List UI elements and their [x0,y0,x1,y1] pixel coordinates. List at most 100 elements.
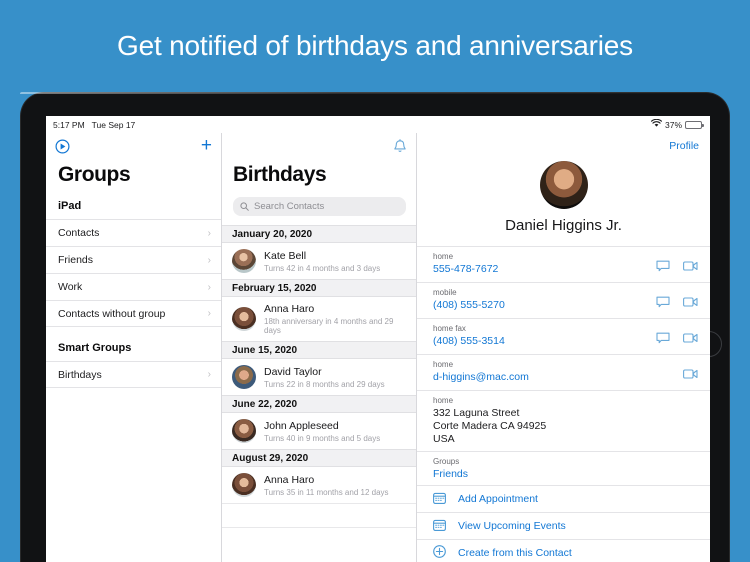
status-time: 5:17 PM [53,119,85,130]
field-label: home [433,396,454,405]
groups-section-ipad: iPad Contacts › Friends › Work › Contact… [46,197,221,327]
groups-panel: + Groups iPad Contacts › Friends › Work [46,133,222,562]
contact-avatar [539,161,588,209]
message-icon[interactable] [656,295,670,313]
calendar-icon [433,492,446,507]
field-label: home [433,252,454,261]
list-divider [222,527,416,551]
group-label: Friends [58,254,94,266]
bell-icon[interactable] [393,138,407,154]
field-label: home [433,360,454,369]
contact-detail-panel: Profile Daniel Higgins Jr. home 555-478-… [417,133,710,562]
birthday-date-header: August 29, 2020 [222,449,416,467]
field-label: mobile [433,288,457,297]
contact-detail: Turns 22 in 8 months and 29 days [264,379,385,389]
birthdays-toolbar [222,133,416,159]
video-icon[interactable] [683,259,698,277]
contact-detail: Turns 40 in 9 months and 5 days [264,433,381,443]
avatar [232,419,256,443]
contact-name: Anna Haro [264,473,315,486]
list-item[interactable]: Kate Bell Turns 42 in 4 months and 3 day… [222,243,416,279]
search-container [222,197,416,225]
video-icon[interactable] [683,295,698,313]
list-item[interactable]: Anna Haro 18th anniversary in 4 months a… [222,297,416,341]
wifi-icon [650,118,663,130]
ipad-screen: 5:17 PM Tue Sep 17 37% + Groups iPad Con… [46,116,710,562]
sidebar-item-work[interactable]: Work › [46,273,221,300]
contact-name: Anna Haro [264,303,315,315]
status-bar: 5:17 PM Tue Sep 17 37% [46,116,710,133]
field-value[interactable]: d-higgins@mac.com [433,371,529,383]
action-label: Add Appointment [458,493,538,505]
avatar [232,307,256,331]
birthdays-panel: Birthdays January 20, 2020 [222,133,417,562]
contact-name: David Taylor [264,365,322,378]
list-divider [222,503,416,527]
group-label: Birthdays [58,368,102,381]
video-icon[interactable] [683,331,698,349]
field-value: 332 Laguna Street Corte Madera CA 94925 … [433,407,547,445]
add-appointment-button[interactable]: Add Appointment [417,485,710,512]
add-group-button[interactable]: + [201,136,212,155]
field-home-email[interactable]: home d-higgins@mac.com [417,354,710,390]
page-title: Daniel Higgins Jr. [505,217,622,234]
contact-detail: 18th anniversary in 4 months and 29 days [264,317,394,335]
contact-detail: Turns 42 in 4 months and 3 days [264,263,381,273]
status-date: Tue Sep 17 [91,119,136,130]
field-home-address[interactable]: home 332 Laguna Street Corte Madera CA 9… [417,390,710,451]
detail-toolbar: Profile [417,133,710,159]
birthday-date-header: February 15, 2020 [222,279,416,297]
field-home-phone[interactable]: home 555-478-7672 [417,246,710,282]
birthdays-title: Birthdays [233,163,327,186]
search-icon [240,198,249,216]
field-mobile-phone[interactable]: mobile (408) 555-5270 [417,282,710,318]
list-item[interactable]: John Appleseed Turns 40 in 9 months and … [222,413,416,449]
groups-toolbar: + [46,133,221,159]
field-value[interactable]: Friends [433,468,468,480]
calendar-icon [433,519,446,534]
group-label: Contacts [58,227,100,239]
group-label: Work [58,281,83,293]
view-upcoming-events-button[interactable]: View Upcoming Events [417,512,710,539]
avatar [232,473,256,497]
groups-title: Groups [58,163,131,186]
chevron-right-icon: › [207,254,211,266]
profile-link[interactable]: Profile [669,140,699,152]
sidebar-item-birthdays[interactable]: Birthdays › [46,361,221,388]
sidebar-item-contacts[interactable]: Contacts › [46,219,221,246]
sidebar-item-friends[interactable]: Friends › [46,246,221,273]
sidebar-item-contacts-without-group[interactable]: Contacts without group › [46,300,221,327]
marketing-headline: Get notified of birthdays and anniversar… [117,30,633,61]
chevron-right-icon: › [207,308,211,319]
message-icon[interactable] [656,331,670,349]
field-label: Groups [433,457,460,466]
group-label: Contacts without group [58,307,166,320]
birthday-date-header: January 20, 2020 [222,225,416,243]
field-groups[interactable]: Groups Friends [417,451,710,485]
chevron-right-icon: › [207,227,211,239]
field-label: home fax [433,324,466,333]
section-header-ipad: iPad [58,200,82,212]
chevron-right-icon: › [207,281,211,293]
video-icon[interactable] [683,367,698,385]
search-field[interactable] [233,197,406,216]
contact-detail: Turns 35 in 11 months and 12 days [264,487,389,497]
list-item[interactable]: Anna Haro Turns 35 in 11 months and 12 d… [222,467,416,503]
field-home-fax[interactable]: home fax (408) 555-3514 [417,318,710,354]
groups-section-smart: Smart Groups Birthdays › [46,339,221,388]
contact-name: Kate Bell [264,249,307,262]
groups-circle-icon[interactable] [55,138,70,154]
field-value[interactable]: 555-478-7672 [433,263,498,275]
avatar [232,249,256,273]
field-value[interactable]: (408) 555-3514 [433,335,505,347]
section-header-smart-groups: Smart Groups [58,342,132,354]
chevron-right-icon: › [207,369,211,380]
create-from-contact-button[interactable]: Create from this Contact [417,539,710,562]
battery-percent: 37% [664,119,682,130]
field-value[interactable]: (408) 555-5270 [433,299,505,311]
action-label: Create from this Contact [458,547,572,559]
contact-header: Daniel Higgins Jr. [417,159,710,246]
list-item[interactable]: David Taylor Turns 22 in 8 months and 29… [222,359,416,395]
search-input[interactable] [254,201,399,212]
message-icon[interactable] [656,259,670,277]
